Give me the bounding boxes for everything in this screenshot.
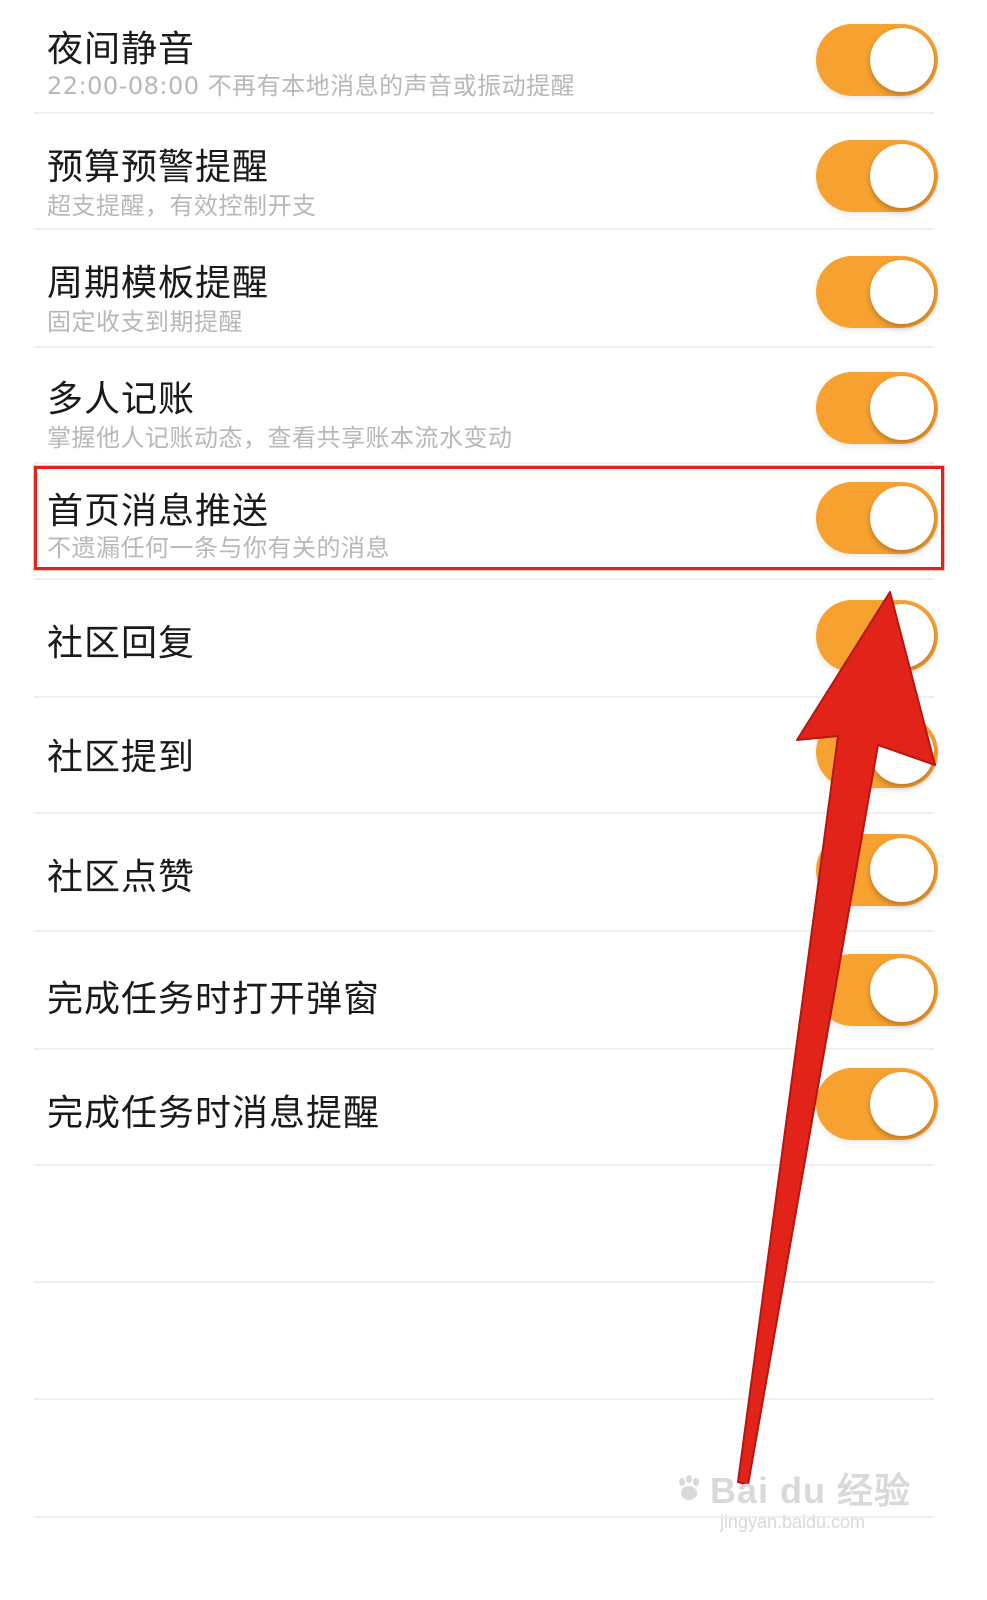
watermark-url: jingyan.baidu.com bbox=[719, 1512, 866, 1532]
baidu-paw-icon bbox=[678, 1475, 699, 1500]
baidu-watermark: Bai du 经验 jingyan.baidu.com bbox=[674, 1462, 911, 1533]
red-arrow-annotation bbox=[737, 591, 936, 1486]
watermark-text: Bai du 经验 bbox=[709, 1470, 911, 1511]
